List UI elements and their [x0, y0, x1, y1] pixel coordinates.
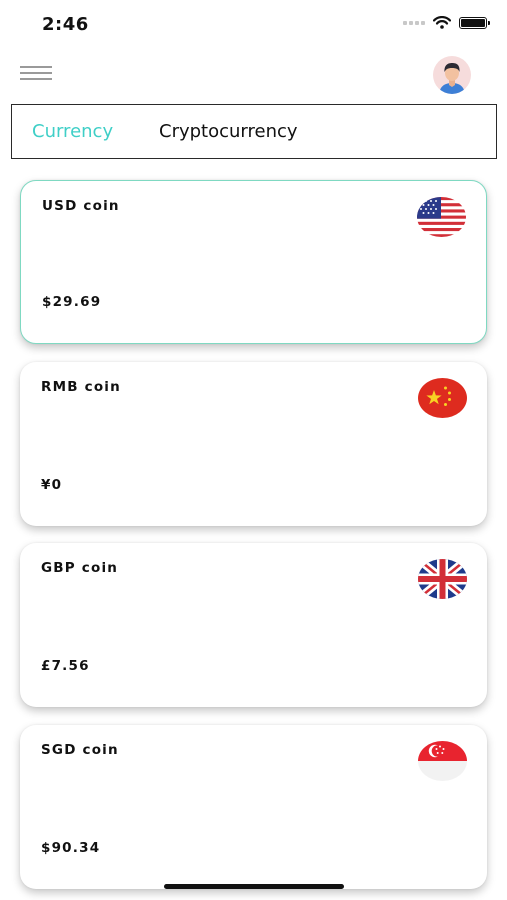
- status-bar: 2:46: [0, 0, 507, 50]
- coin-value: ¥0: [41, 477, 63, 493]
- wifi-icon: [433, 16, 451, 29]
- menu-icon[interactable]: [20, 66, 52, 80]
- currency-tabs: Currency Cryptocurrency: [11, 104, 497, 159]
- uk-flag-icon: [418, 559, 467, 599]
- coin-card-gbp[interactable]: GBP coin £7.56: [20, 543, 487, 707]
- coin-card-rmb[interactable]: RMB coin ¥0: [20, 362, 487, 526]
- coin-name: SGD coin: [41, 742, 119, 758]
- coin-value: $29.69: [42, 294, 102, 310]
- avatar[interactable]: [433, 56, 471, 94]
- tab-currency[interactable]: Currency: [32, 121, 113, 142]
- coin-value: $90.34: [41, 840, 101, 856]
- coin-name: GBP coin: [41, 560, 119, 576]
- status-icons: [403, 16, 490, 29]
- home-indicator: [164, 884, 344, 889]
- coin-value: £7.56: [41, 658, 90, 674]
- coin-card-usd[interactable]: USD coin $29.69: [20, 180, 487, 344]
- singapore-flag-icon: [418, 741, 467, 781]
- coin-name: USD coin: [42, 198, 120, 214]
- cellular-signal-icon: [403, 20, 425, 25]
- coin-name: RMB coin: [41, 379, 121, 395]
- battery-icon: [459, 16, 490, 29]
- tab-cryptocurrency[interactable]: Cryptocurrency: [159, 121, 298, 142]
- usa-flag-icon: [417, 197, 466, 237]
- china-flag-icon: [418, 378, 467, 418]
- status-time: 2:46: [42, 14, 89, 35]
- coin-card-sgd[interactable]: SGD coin $90.34: [20, 725, 487, 889]
